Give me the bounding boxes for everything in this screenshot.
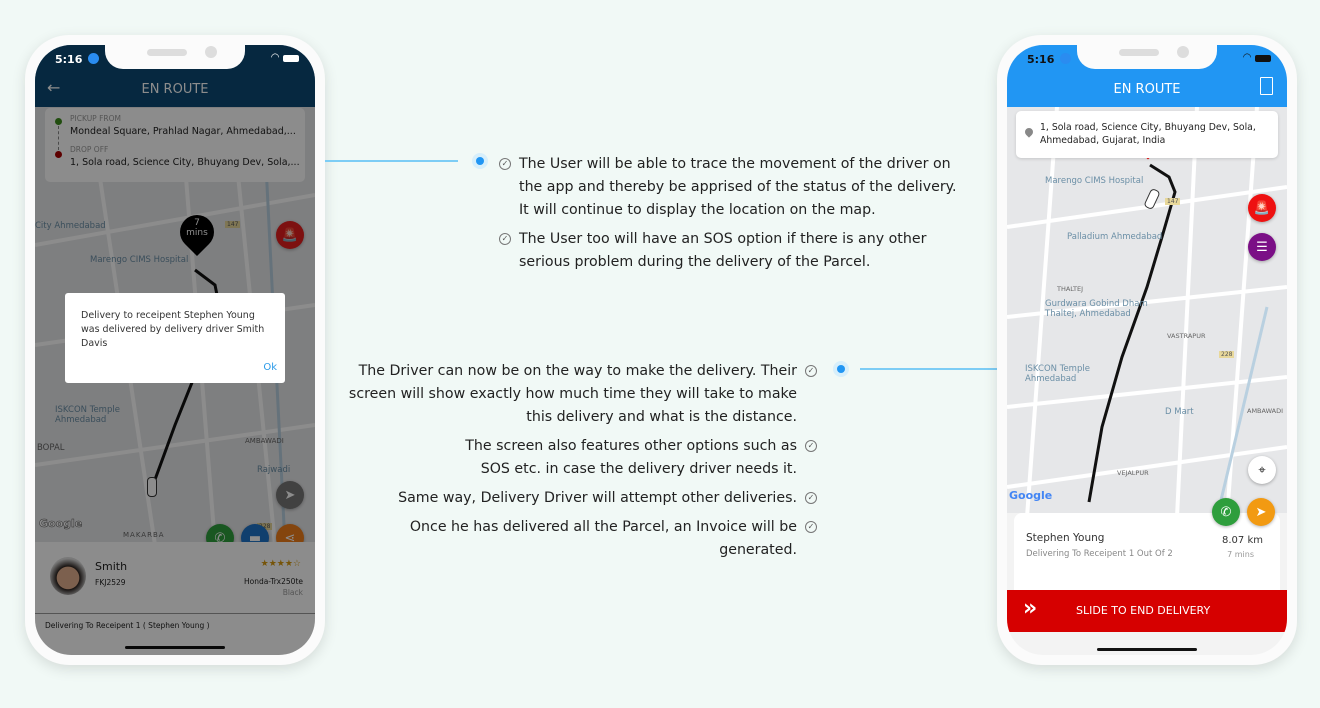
map-label: THALTEJ	[1057, 285, 1084, 293]
right-phone-screen: 5:16 ◠ EN ROUTE Marengo CIMS Hospital Pa…	[1007, 45, 1287, 655]
status-time: 5:16	[1027, 53, 1072, 66]
road-badge: 147	[1165, 198, 1181, 205]
description-text: The screen also features other options s…	[465, 438, 797, 477]
description-text: Same way, Delivery Driver will attempt o…	[398, 490, 797, 506]
location-arrow-icon	[88, 53, 100, 64]
location-pin-icon	[1023, 126, 1035, 138]
siren-icon: 🚨	[1253, 200, 1271, 216]
user-description: ✓ The User will be able to trace the move…	[499, 153, 969, 274]
status-time: 5:16	[55, 53, 100, 66]
my-location-button[interactable]: ⌖	[1248, 456, 1276, 484]
home-indicator	[1097, 648, 1197, 651]
description-text: The User too will have an SOS option if …	[519, 231, 927, 270]
invoice-document-icon[interactable]	[1260, 77, 1273, 95]
phone-icon: ✆	[1220, 504, 1232, 520]
battery-icon	[1255, 55, 1271, 62]
check-circle-icon: ✓	[805, 365, 817, 377]
delivery-panel: Stephen Young Delivering To Receipent 1 …	[1007, 513, 1287, 655]
map-label: ISKCON Temple Ahmedabad	[1025, 364, 1090, 384]
check-circle-icon: ✓	[805, 521, 817, 533]
map-label: VASTRAPUR	[1167, 332, 1206, 340]
description-item: ✓ The Driver can now be on the way to mak…	[330, 360, 817, 429]
battery-icon	[283, 55, 299, 62]
map-label: Gurdwara Gobind Dham Thaltej, Ahmedabad	[1045, 299, 1148, 319]
right-phone-mockup: 5:16 ◠ EN ROUTE Marengo CIMS Hospital Pa…	[997, 35, 1297, 665]
destination-address: 1, Sola road, Science City, Bhuyang Dev,…	[1040, 122, 1256, 146]
navigate-button[interactable]: ➤	[1247, 498, 1275, 526]
checklist-icon: ☰	[1256, 239, 1268, 255]
map-label: D Mart	[1165, 407, 1194, 417]
slide-label: SLIDE TO END DELIVERY	[1076, 604, 1211, 617]
check-circle-icon: ✓	[499, 233, 511, 245]
description-item: ✓ The screen also features other options …	[330, 435, 817, 481]
connector-dot	[833, 361, 849, 377]
slide-to-end-delivery[interactable]: » SLIDE TO END DELIVERY	[1007, 590, 1287, 632]
checklist-button[interactable]: ☰	[1248, 233, 1276, 261]
left-phone-mockup: 5:16 ◠ City Ahmedabad Marengo CIMS Hospi…	[25, 35, 325, 665]
map-view[interactable]: Marengo CIMS Hospital Palladium Ahmedaba…	[1007, 107, 1287, 517]
check-circle-icon: ✓	[805, 440, 817, 452]
navigation-arrow-icon: ➤	[1255, 504, 1267, 520]
map-label: AMBAWADI	[1247, 407, 1284, 415]
description-text: Once he has delivered all the Parcel, an…	[409, 519, 797, 558]
distance: 8.07 km	[1222, 535, 1263, 546]
recipient-name: Stephen Young	[1026, 532, 1105, 544]
check-circle-icon: ✓	[805, 492, 817, 504]
map-label: Palladium Ahmedabad	[1067, 232, 1163, 242]
notch	[1077, 45, 1217, 69]
connector-dot	[472, 153, 488, 169]
wifi-icon: ◠	[271, 52, 279, 63]
wifi-icon: ◠	[1243, 52, 1251, 63]
description-text: The User will be able to trace the movem…	[519, 156, 957, 218]
sos-button[interactable]: 🚨	[1248, 194, 1276, 222]
header-title: EN ROUTE	[1113, 82, 1181, 97]
connector-line	[325, 160, 458, 162]
call-button[interactable]: ✆	[1212, 498, 1240, 526]
recipient-status: Delivering To Receipent 1 Out Of 2	[1026, 549, 1173, 559]
description-item: ✓ The User too will have an SOS option if…	[499, 228, 969, 274]
map-label: VEJALPUR	[1117, 469, 1149, 477]
connector-line	[860, 368, 997, 370]
delivery-complete-dialog: Delivery to receipent Stephen Young was …	[65, 293, 285, 383]
check-circle-icon: ✓	[499, 158, 511, 170]
dialog-message: Delivery to receipent Stephen Young was …	[81, 310, 265, 349]
left-phone-screen: 5:16 ◠ City Ahmedabad Marengo CIMS Hospi…	[35, 45, 315, 655]
dialog-ok-button[interactable]: Ok	[263, 362, 277, 373]
road-badge: 228	[1219, 351, 1235, 358]
duration: 7 mins	[1227, 550, 1254, 559]
crosshair-icon: ⌖	[1258, 462, 1266, 478]
description-item: ✓ Same way, Delivery Driver will attempt …	[330, 487, 817, 510]
google-logo: Google	[1009, 489, 1053, 502]
notch	[105, 45, 245, 69]
address-card: 1, Sola road, Science City, Bhuyang Dev,…	[1016, 111, 1278, 158]
driver-description: ✓ The Driver can now be on the way to mak…	[330, 360, 817, 562]
description-item: ✓ Once he has delivered all the Parcel, a…	[330, 516, 817, 562]
description-item: ✓ The User will be able to trace the move…	[499, 153, 969, 222]
double-chevron-icon: »	[1023, 596, 1038, 621]
description-text: The Driver can now be on the way to make…	[348, 363, 797, 425]
map-label: Marengo CIMS Hospital	[1045, 176, 1144, 186]
location-arrow-icon	[1060, 53, 1072, 64]
